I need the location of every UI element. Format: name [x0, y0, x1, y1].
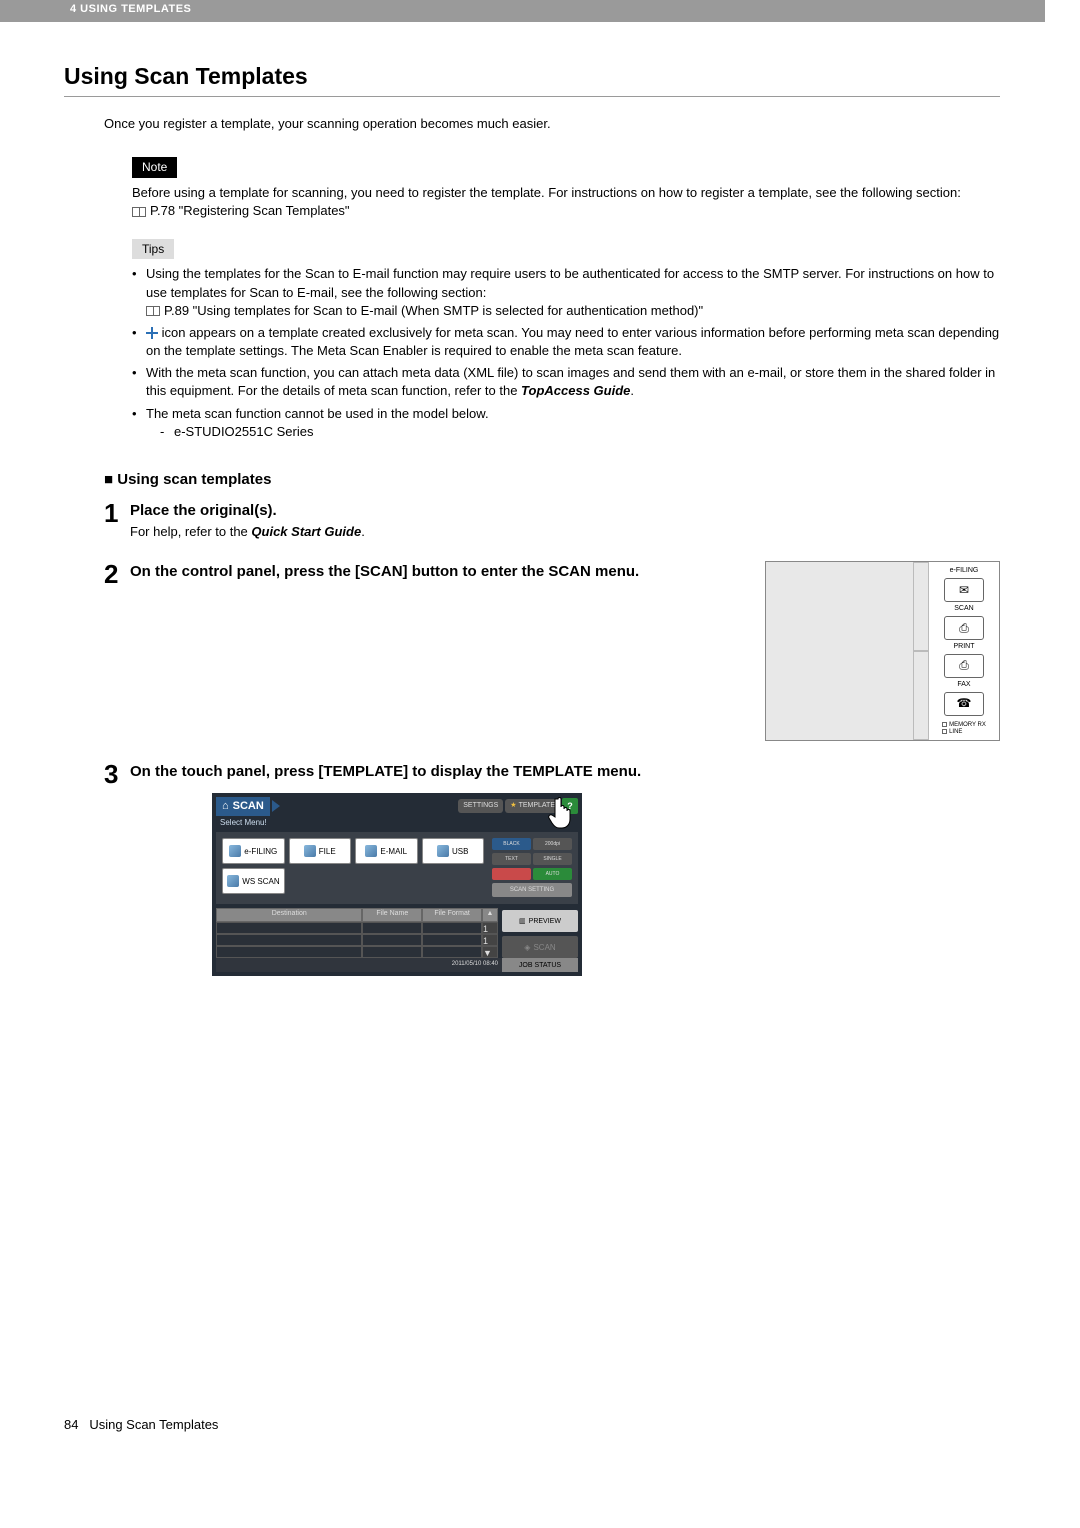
efiling-fn-button[interactable]: e-FILING: [222, 838, 285, 864]
step-title: On the touch panel, press [TEMPLATE] to …: [130, 761, 1000, 782]
fax-icon: ☎: [957, 695, 972, 712]
file-fn-button[interactable]: FILE: [289, 838, 352, 864]
step-number: 3: [104, 761, 130, 787]
step-2: 2 On the control panel, press the [SCAN]…: [104, 561, 1000, 741]
plus-icon: [146, 327, 158, 339]
fax-button[interactable]: ☎: [944, 692, 984, 716]
th-fileformat: File Format: [422, 908, 482, 922]
tips-tag: Tips: [132, 239, 174, 260]
printer-icon: ⎙: [959, 657, 969, 674]
th-destination: Destination: [216, 908, 362, 922]
scan-side-panel: BLACK200dpi TEXTSINGLE AUTO SCAN SETTING: [492, 838, 572, 898]
panel-btn-label: FAX: [957, 680, 970, 690]
led-icon: [942, 722, 947, 727]
usb-icon: [437, 845, 449, 857]
panel-mid-column: [913, 562, 929, 740]
chip[interactable]: BLACK: [492, 838, 531, 850]
wsscan-icon: [227, 875, 239, 887]
settings-button[interactable]: SETTINGS: [458, 799, 503, 813]
note-tag: Note: [132, 157, 177, 178]
chip[interactable]: 200dpi: [533, 838, 572, 850]
page-indicator: 1: [482, 922, 498, 934]
panel-button-column: e-FILING ✉ SCAN ⎙ PRINT ⎙ FAX ☎ MEMORY R…: [929, 562, 999, 740]
scroll-down-button[interactable]: ▼: [482, 946, 498, 958]
print-button[interactable]: ⎙: [944, 654, 984, 678]
envelope-icon: ✉: [959, 582, 969, 599]
step-number: 2: [104, 561, 130, 587]
chip[interactable]: AUTO: [533, 868, 572, 880]
efiling-icon: [229, 845, 241, 857]
preview-button[interactable]: ▥PREVIEW: [502, 910, 578, 932]
page-footer: 84 Using Scan Templates: [0, 1416, 1080, 1454]
note-block: Note Before using a template for scannin…: [132, 157, 1000, 220]
destination-table: Destination File Name File Format ▲ 1 1 …: [216, 908, 498, 958]
tip-item: icon appears on a template created exclu…: [132, 324, 1000, 360]
step-subtext: For help, refer to the Quick Start Guide…: [130, 523, 1000, 541]
control-panel-figure: e-FILING ✉ SCAN ⎙ PRINT ⎙ FAX ☎ MEMORY R…: [765, 561, 1000, 741]
note-ref: P.78 "Registering Scan Templates": [132, 202, 1000, 220]
step-title: On the control panel, press the [SCAN] b…: [130, 561, 745, 582]
email-fn-button[interactable]: E-MAIL: [355, 838, 418, 864]
file-icon: [304, 845, 316, 857]
tip-subitem: e-STUDIO2551C Series: [146, 423, 1000, 441]
page-title: Using Scan Templates: [64, 60, 1000, 97]
job-status-button[interactable]: JOB STATUS: [502, 958, 578, 972]
scanner-icon: ⎙: [959, 620, 969, 637]
chip[interactable]: SINGLE: [533, 853, 572, 865]
subsection-heading: ■ Using scan templates: [104, 469, 1000, 490]
intro-text: Once you register a template, your scann…: [104, 115, 1000, 133]
chip[interactable]: TEXT: [492, 853, 531, 865]
panel-btn-label: SCAN: [954, 604, 973, 614]
scan-setting-button[interactable]: SCAN SETTING: [492, 883, 572, 897]
scanner-icon: ⌂: [222, 799, 229, 814]
scroll-up-button[interactable]: ▲: [482, 908, 498, 922]
panel-btn-label: e-FILING: [950, 566, 979, 576]
datetime-label: 2011/05/10 08:40: [216, 958, 502, 972]
chapter-label: 4 USING TEMPLATES: [70, 3, 191, 15]
scan-action-button[interactable]: ◈SCAN: [502, 936, 578, 958]
scan-header-arrow: [272, 800, 280, 812]
book-icon: [146, 306, 160, 316]
email-icon: [365, 845, 377, 857]
star-icon: ★: [510, 801, 516, 811]
page-number: 84: [64, 1417, 78, 1432]
tip-item: Using the templates for the Scan to E-ma…: [132, 265, 1000, 320]
template-button[interactable]: ★ TEMPLATE: [505, 799, 560, 813]
panel-btn-label: PRINT: [954, 642, 975, 652]
step-3: 3 On the touch panel, press [TEMPLATE] t…: [104, 761, 1000, 976]
led-icon: [942, 729, 947, 734]
step-1: 1 Place the original(s). For help, refer…: [104, 500, 1000, 541]
page-indicator: 1: [482, 934, 498, 946]
help-button[interactable]: ?: [562, 798, 578, 814]
efiling-button[interactable]: ✉: [944, 578, 984, 602]
note-text: Before using a template for scanning, yo…: [132, 184, 1000, 202]
chip[interactable]: [492, 868, 531, 880]
diamond-icon: ◈: [524, 942, 530, 953]
usb-fn-button[interactable]: USB: [422, 838, 485, 864]
tip-item: The meta scan function cannot be used in…: [132, 405, 1000, 441]
tips-list: Using the templates for the Scan to E-ma…: [132, 265, 1000, 441]
touch-panel-figure: ⌂ SCAN SETTINGS ★ TEMPLATE ? Select Menu…: [212, 793, 582, 976]
chapter-header: 4 USING TEMPLATES: [0, 0, 1045, 22]
step-number: 1: [104, 500, 130, 526]
tips-block: Tips Using the templates for the Scan to…: [132, 239, 1000, 441]
book-icon: [132, 207, 146, 217]
scan-header: ⌂ SCAN: [216, 797, 270, 816]
scan-button[interactable]: ⎙: [944, 616, 984, 640]
panel-status: MEMORY RX LINE: [942, 722, 986, 737]
preview-icon: ▥: [519, 917, 526, 927]
th-filename: File Name: [362, 908, 422, 922]
tip-item: With the meta scan function, you can att…: [132, 364, 1000, 400]
panel-lcd-area: [766, 562, 913, 740]
step-title: Place the original(s).: [130, 500, 1000, 521]
select-menu-label: Select Menu!: [216, 815, 578, 830]
footer-title: Using Scan Templates: [89, 1417, 218, 1432]
wsscan-fn-button[interactable]: WS SCAN: [222, 868, 285, 894]
